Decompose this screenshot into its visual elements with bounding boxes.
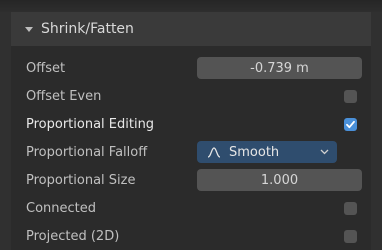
proportional-size-field[interactable]: 1.000 <box>197 169 362 191</box>
panel-title: Shrink/Fatten <box>41 21 134 37</box>
offset-even-row: Offset Even <box>26 83 366 109</box>
projected-2d-row: Projected (2D) <box>26 223 366 249</box>
projected-2d-label: Projected (2D) <box>26 228 120 244</box>
checkmark-icon <box>346 120 355 128</box>
proportional-falloff-value: Smooth <box>229 144 280 160</box>
proportional-falloff-dropdown[interactable]: Smooth <box>197 141 337 163</box>
proportional-size-label: Proportional Size <box>26 172 136 188</box>
top-divider <box>0 0 382 12</box>
connected-row: Connected <box>26 195 366 221</box>
proportional-falloff-row: Proportional Falloff Smooth <box>26 139 366 165</box>
collapse-triangle-icon[interactable] <box>25 26 33 32</box>
connected-label: Connected <box>26 200 97 216</box>
offset-label: Offset <box>26 60 66 76</box>
offset-even-label: Offset Even <box>26 88 102 104</box>
offset-row: Offset -0.739 m <box>26 55 366 81</box>
proportional-editing-row: Proportional Editing <box>26 111 366 137</box>
offset-field[interactable]: -0.739 m <box>197 57 362 79</box>
chevron-down-icon <box>320 149 329 155</box>
smooth-falloff-icon <box>207 146 221 158</box>
projected-2d-checkbox[interactable] <box>344 229 357 243</box>
proportional-size-row: Proportional Size 1.000 <box>26 167 366 193</box>
proportional-falloff-label: Proportional Falloff <box>26 144 148 160</box>
proportional-editing-checkbox[interactable] <box>344 117 357 131</box>
panel-header[interactable]: Shrink/Fatten <box>11 12 371 46</box>
connected-checkbox[interactable] <box>344 201 357 215</box>
offset-even-checkbox[interactable] <box>344 89 357 103</box>
proportional-editing-label: Proportional Editing <box>26 116 155 132</box>
